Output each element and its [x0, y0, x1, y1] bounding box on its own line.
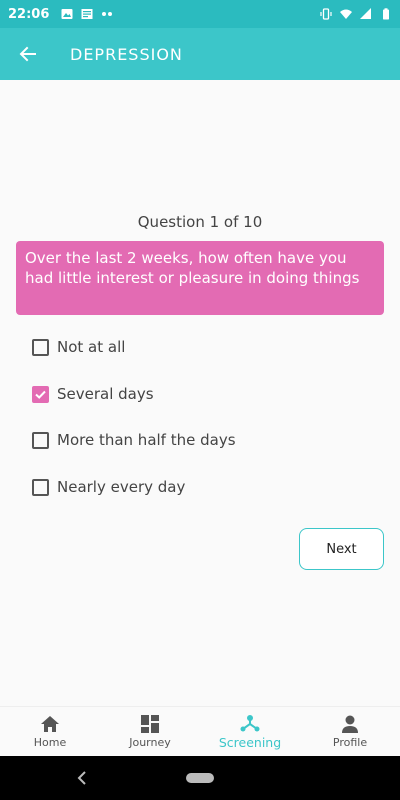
back-button[interactable]	[14, 40, 42, 68]
system-home-button[interactable]	[186, 773, 214, 783]
image-icon	[61, 9, 73, 19]
nav-label: Screening	[218, 734, 282, 750]
app-bar: DEPRESSION	[0, 28, 400, 80]
checkbox[interactable]	[32, 338, 49, 356]
status-time: 22:06	[8, 6, 50, 22]
option-not-at-all[interactable]: Not at all	[32, 336, 125, 358]
checkbox[interactable]	[32, 478, 49, 496]
nav-item-profile[interactable]: Profile	[300, 707, 400, 756]
checkbox[interactable]	[32, 431, 49, 449]
question-counter: Question 1 of 10	[137, 213, 263, 231]
arrow-left-icon	[19, 46, 36, 62]
option-label: More than half the days	[57, 431, 236, 449]
option-several-days[interactable]: Several days	[32, 383, 154, 405]
question-text: Over the last 2 weeks, how often have yo…	[16, 241, 384, 315]
battery-icon	[383, 8, 389, 20]
status-bar: 22:06	[0, 0, 400, 28]
next-button[interactable]: Next	[299, 528, 384, 570]
system-back-icon[interactable]	[76, 770, 88, 786]
signal-icon	[360, 8, 371, 19]
network-icon	[240, 714, 260, 731]
home-icon	[41, 715, 59, 732]
option-more-than-half[interactable]: More than half the days	[32, 429, 236, 451]
option-label: Not at all	[57, 338, 126, 356]
system-nav-bar	[0, 756, 400, 800]
checkbox-checked[interactable]	[32, 385, 49, 403]
option-label: Several days	[57, 385, 154, 403]
page-title: DEPRESSION	[70, 44, 183, 64]
nav-item-screening[interactable]: Screening	[200, 707, 300, 756]
wifi-icon	[340, 9, 352, 19]
vibrate-icon	[320, 8, 332, 20]
more-dots-icon	[102, 12, 113, 16]
option-nearly-every-day[interactable]: Nearly every day	[32, 476, 185, 498]
nav-item-journey[interactable]: Journey	[100, 707, 200, 756]
bottom-nav: Home Journey Screening Profile	[0, 706, 400, 756]
nav-item-home[interactable]: Home	[0, 707, 100, 756]
option-label: Nearly every day	[57, 478, 186, 496]
person-icon	[342, 715, 358, 733]
dashboard-icon	[141, 714, 159, 733]
status-right-icons	[320, 8, 392, 20]
status-left-icons	[61, 8, 113, 20]
nav-label: Profile	[332, 735, 368, 749]
check-icon	[35, 390, 46, 399]
news-icon	[81, 9, 93, 19]
nav-label: Home	[33, 735, 67, 749]
nav-label: Journey	[129, 735, 171, 749]
